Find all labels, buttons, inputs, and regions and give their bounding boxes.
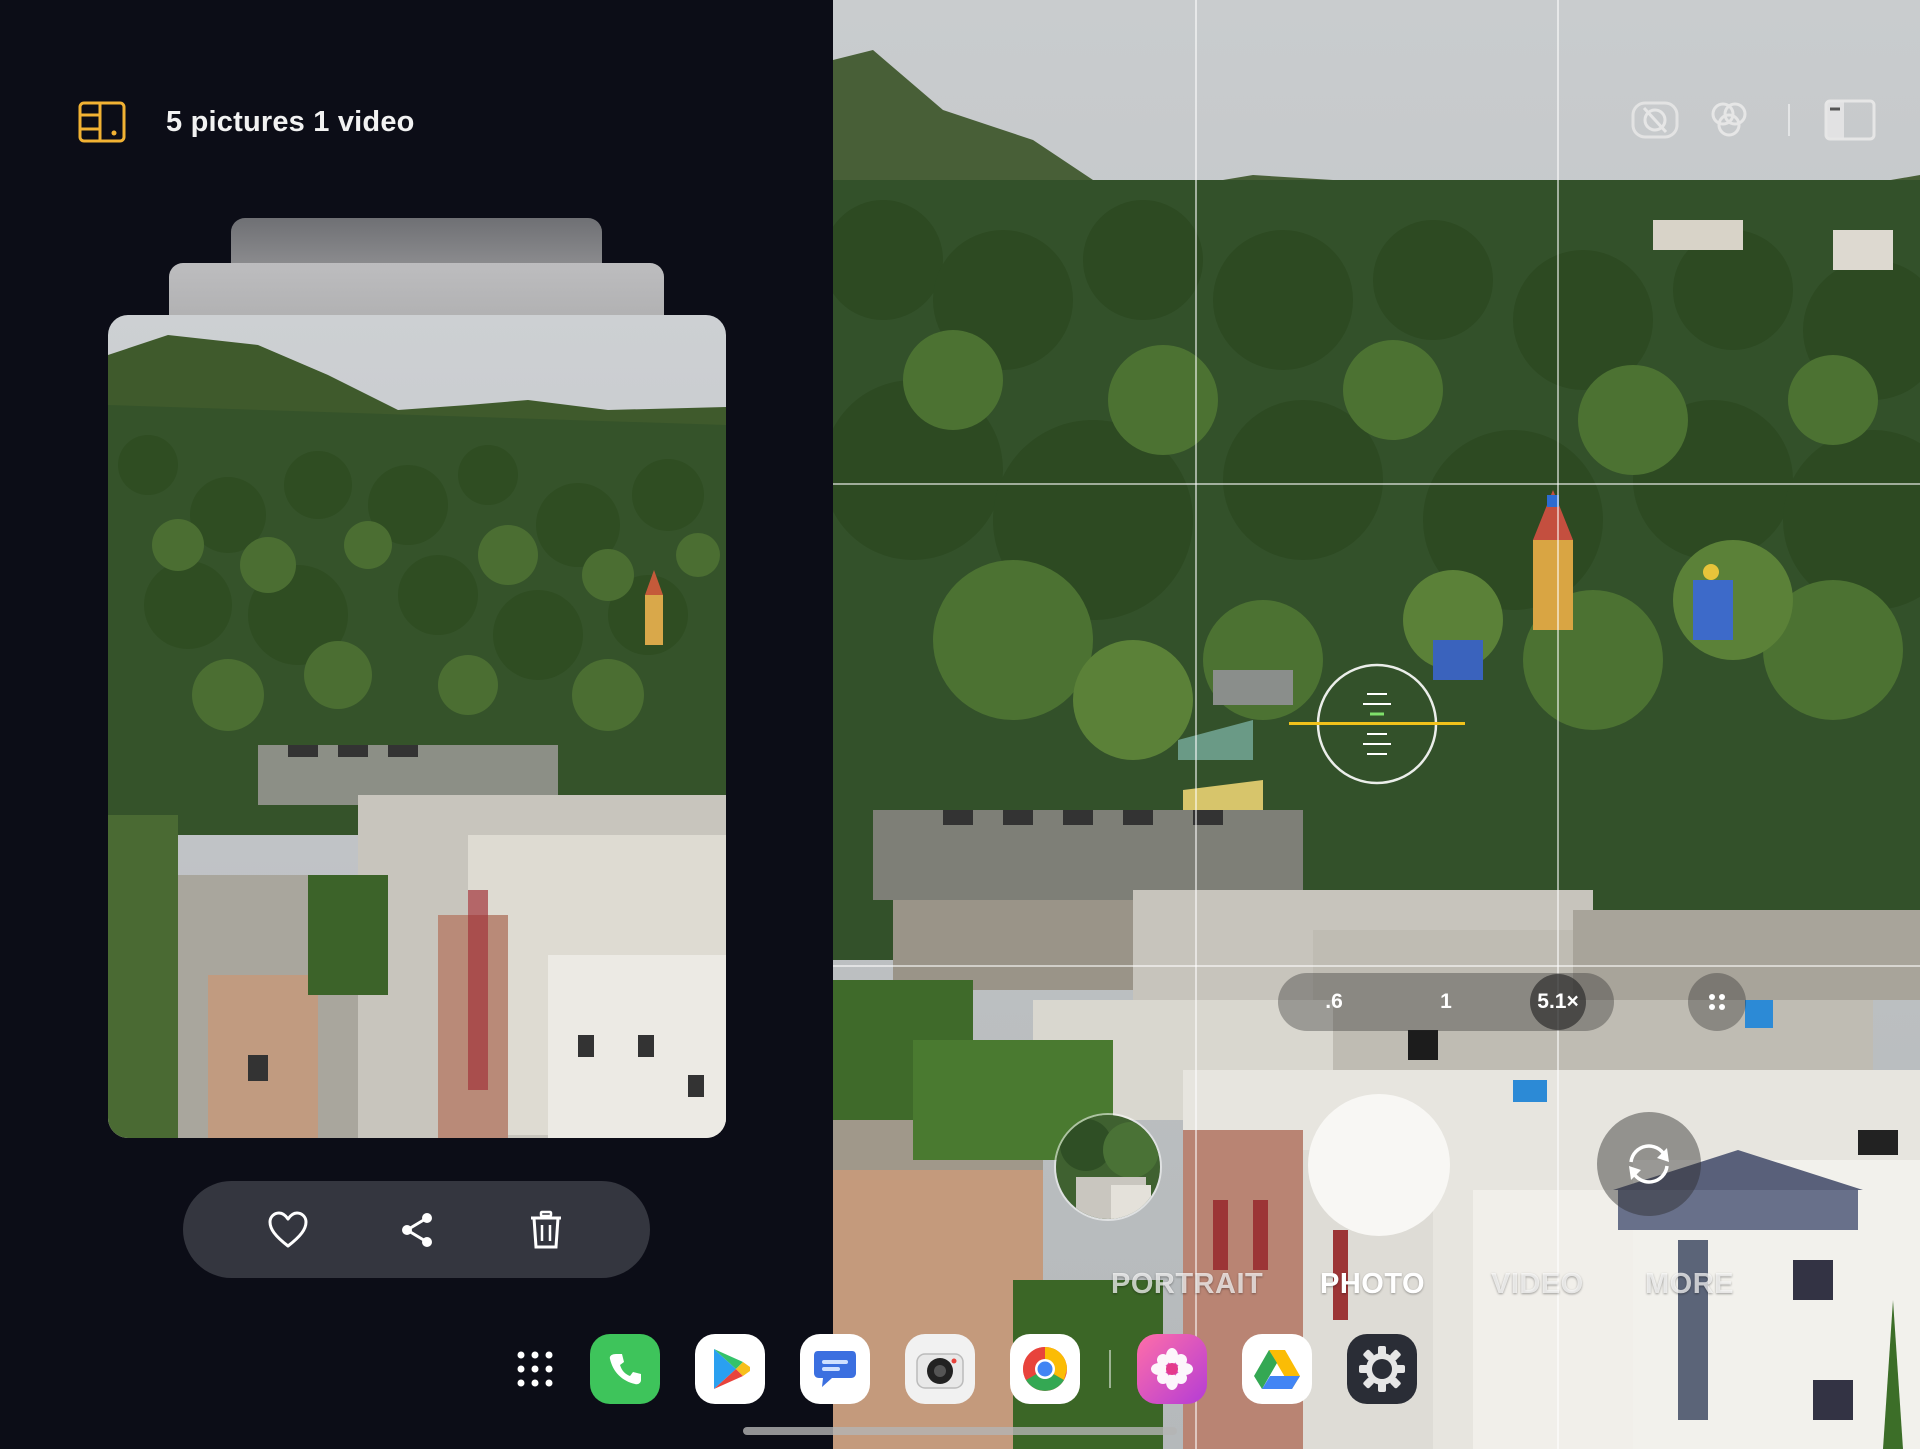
mode-portrait[interactable]: PORTRAIT [1111, 1268, 1263, 1301]
play-store-icon[interactable] [695, 1334, 765, 1404]
mode-photo[interactable]: PHOTO [1320, 1268, 1425, 1301]
camera-mode-selector: PORTRAIT PHOTO VIDEO MORE [833, 1268, 1920, 1308]
filters-icon[interactable] [1703, 98, 1755, 142]
split-panel-icon[interactable] [1824, 98, 1876, 142]
last-photo-thumbnail[interactable] [1054, 1113, 1162, 1221]
motion-photo-off-icon[interactable] [1629, 98, 1681, 142]
app-drawer-icon[interactable] [500, 1334, 570, 1404]
photo-action-bar [183, 1181, 650, 1278]
share-icon[interactable] [387, 1200, 447, 1260]
grid-line-v2 [1557, 0, 1559, 1449]
mode-more[interactable]: MORE [1645, 1268, 1734, 1301]
phone-icon[interactable] [590, 1334, 660, 1404]
gallery-icon[interactable] [1137, 1334, 1207, 1404]
camera-viewfinder[interactable]: .6 1 5.1× PORTRAIT PHOTO VIDEO MORE [833, 0, 1920, 1449]
heart-icon[interactable] [258, 1200, 318, 1260]
top-divider [1788, 104, 1790, 136]
zoom-1[interactable]: 1 [1418, 974, 1474, 1030]
trash-icon[interactable] [516, 1200, 576, 1260]
horizon-level-line [1289, 722, 1465, 725]
zoom-selector: .6 1 5.1× [1278, 973, 1614, 1031]
zoom-0-6[interactable]: .6 [1306, 974, 1362, 1030]
mode-video[interactable]: VIDEO [1491, 1268, 1584, 1301]
zoom-5-1[interactable]: 5.1× [1530, 974, 1586, 1030]
grid-line-v1 [1195, 0, 1197, 1449]
grid-line-h2 [833, 965, 1920, 967]
gallery-panel: 5 pictures 1 video [0, 0, 833, 1449]
messages-icon[interactable] [800, 1334, 870, 1404]
drive-icon[interactable] [1242, 1334, 1312, 1404]
chrome-icon[interactable] [1010, 1334, 1080, 1404]
shutter-button[interactable] [1308, 1094, 1450, 1236]
home-indicator[interactable] [743, 1427, 1177, 1435]
layout-view-icon[interactable] [78, 101, 126, 143]
photo-preview[interactable] [108, 315, 726, 1138]
panel-header: 5 pictures 1 video [78, 96, 415, 148]
camera-icon[interactable] [905, 1334, 975, 1404]
more-options-dots-icon[interactable] [1688, 973, 1746, 1031]
album-title: 5 pictures 1 video [166, 105, 415, 138]
settings-icon[interactable] [1347, 1334, 1417, 1404]
grid-line-h1 [833, 483, 1920, 485]
switch-camera-icon[interactable] [1597, 1112, 1701, 1216]
